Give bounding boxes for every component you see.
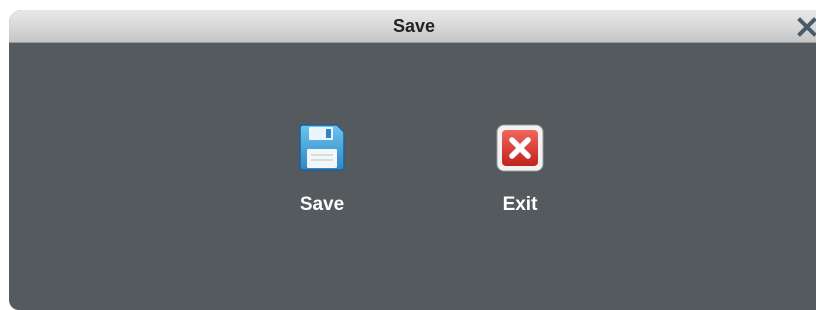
red-x-icon xyxy=(496,124,544,172)
dialog-title: Save xyxy=(392,16,436,36)
save-dialog: Save Save Exit xyxy=(9,10,816,310)
save-label: Save xyxy=(299,194,345,215)
close-icon xyxy=(797,17,816,37)
exit-button[interactable]: Exit xyxy=(475,122,565,216)
save-button[interactable]: Save xyxy=(277,122,367,216)
exit-label: Exit xyxy=(502,194,538,215)
floppy-disk-icon xyxy=(299,124,345,171)
close-button[interactable] xyxy=(795,15,816,39)
title-bar: Save xyxy=(9,10,816,43)
